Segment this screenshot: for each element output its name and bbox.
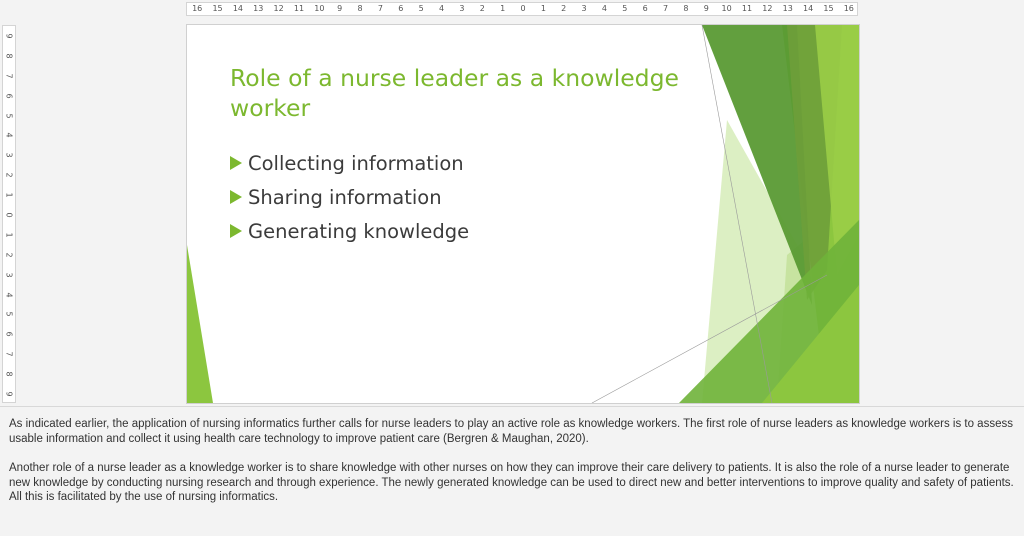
ruler-tick-label: 7: [377, 4, 383, 13]
ruler-tick-label: 3: [4, 152, 14, 158]
ruler-tick-label: 4: [4, 292, 14, 298]
ruler-tick-label: 2: [4, 252, 14, 258]
ruler-tick-label: 14: [232, 4, 243, 13]
ruler-tick-label: 10: [314, 4, 325, 13]
ruler-tick-label: 8: [4, 53, 14, 59]
ruler-tick-label: 10: [721, 4, 732, 13]
ruler-tick-label: 15: [212, 4, 223, 13]
ruler-tick-label: 0: [520, 4, 526, 13]
ruler-tick-label: 4: [4, 132, 14, 138]
ruler-tick-label: 12: [273, 4, 284, 13]
ruler-tick-label: 6: [642, 4, 648, 13]
horizontal-ruler: 16 15 14 13 12 11 10 9 8 7 6 5 4 3 2 1 0 1 2 3 4 5 6 7 8 9 10 11 12 1…: [186, 2, 858, 16]
notes-paragraph-1: As indicated earlier, the application of…: [9, 418, 1013, 445]
ruler-tick-label: 15: [823, 4, 834, 13]
ruler-tick-label: 5: [622, 4, 628, 13]
bullet-text: Collecting information: [248, 151, 464, 175]
triangle-bullet-icon: [230, 224, 242, 238]
ruler-tick-label: 6: [398, 4, 404, 13]
ruler-tick-label: 8: [4, 371, 14, 377]
ruler-tick-label: 9: [337, 4, 343, 13]
ruler-tick-label: 1: [500, 4, 506, 13]
bullet-text: Sharing information: [248, 185, 442, 209]
bullet-item-collecting[interactable]: Collecting information: [230, 146, 469, 180]
ruler-tick-label: 6: [4, 93, 14, 99]
ruler-tick-label: 3: [459, 4, 465, 13]
triangle-bullet-icon: [230, 156, 242, 170]
ruler-tick-label: 9: [703, 4, 709, 13]
ruler-tick-label: 9: [4, 33, 14, 39]
ruler-tick-label: 5: [4, 311, 14, 318]
ruler-tick-label: 0: [4, 212, 14, 218]
ruler-tick-label: 2: [4, 172, 14, 178]
ruler-tick-label: 4: [601, 4, 607, 13]
ruler-tick-label: 7: [4, 351, 14, 357]
ruler-tick-label: 11: [741, 4, 753, 13]
ruler-tick-label: 1: [4, 192, 14, 198]
bullet-item-generating[interactable]: Generating knowledge: [230, 214, 469, 248]
slide-title[interactable]: Role of a nurse leader as a knowledge wo…: [230, 63, 690, 123]
ruler-tick-label: 7: [662, 4, 669, 13]
ruler-tick-label: 12: [762, 4, 773, 13]
notes-paragraph-2: Another role of a nurse leader as a know…: [9, 462, 1014, 503]
ruler-tick-label: 16: [843, 4, 854, 13]
ruler-tick-label: 8: [357, 4, 363, 13]
triangle-bullet-icon: [230, 190, 242, 204]
ruler-tick-label: 3: [581, 4, 587, 13]
ruler-tick-label: 11: [293, 4, 305, 13]
ruler-tick-label: 1: [540, 4, 546, 13]
ruler-tick-label: 5: [4, 112, 14, 119]
ruler-tick-label: 5: [418, 4, 424, 13]
ruler-tick-label: 13: [253, 4, 264, 13]
bullet-list: Collecting information Sharing informati…: [230, 146, 469, 248]
ruler-tick-label: 7: [4, 73, 14, 79]
ruler-tick-label: 16: [192, 4, 203, 13]
slide-canvas[interactable]: Role of a nurse leader as a knowledge wo…: [187, 25, 859, 403]
ruler-tick-label: 4: [438, 4, 445, 13]
bullet-item-sharing[interactable]: Sharing information: [230, 180, 469, 214]
deco-left-sliver: [187, 245, 213, 403]
ruler-tick-label: 13: [782, 4, 793, 13]
bullet-text: Generating knowledge: [248, 219, 470, 243]
ruler-tick-label: 1: [4, 232, 14, 238]
ruler-tick-label: 6: [4, 331, 14, 337]
ruler-tick-label: 2: [479, 4, 485, 13]
ruler-tick-label: 3: [4, 272, 14, 278]
ruler-tick-label: 2: [561, 4, 567, 13]
ruler-tick-label: 8: [683, 4, 689, 13]
ruler-tick-label: 14: [802, 4, 814, 13]
speaker-notes-pane[interactable]: As indicated earlier, the application of…: [0, 406, 1024, 536]
ruler-tick-label: 9: [4, 391, 14, 397]
vertical-ruler: 9 8 7 6 5 4 3 2 1 0 1 2 3 4 5 6 7 8 9: [2, 25, 16, 403]
